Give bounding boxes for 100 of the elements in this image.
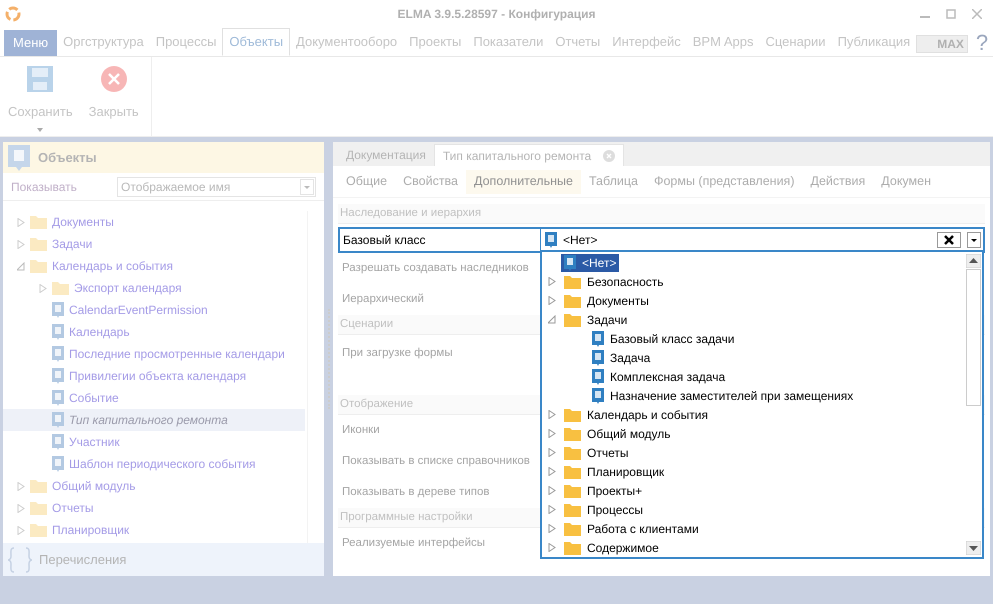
book-icon: [52, 390, 64, 406]
menu-tab[interactable]: Объекты: [222, 28, 290, 56]
menu-tab[interactable]: Отчеты: [549, 28, 606, 56]
close-button[interactable]: Закрыть: [80, 57, 147, 136]
tree-item[interactable]: <Нет>: [561, 254, 620, 272]
tree-item[interactable]: Календарь: [3, 321, 305, 343]
expand-arrow-icon[interactable]: [548, 467, 556, 476]
property-label: Реализуемые интерфейсы: [341, 536, 486, 551]
section-tab[interactable]: Дополнительные: [466, 170, 581, 194]
section-tab[interactable]: Формы (представления): [646, 170, 802, 194]
folder-icon: [30, 237, 47, 251]
menu-tab[interactable]: Процессы: [150, 28, 222, 56]
property-label: Иконки: [341, 422, 381, 438]
scroll-thumb[interactable]: [966, 269, 981, 406]
document-tab[interactable]: Тип капитального ремонта: [434, 144, 624, 166]
expand-arrow-icon[interactable]: [39, 284, 47, 292]
tree-item[interactable]: Участник: [3, 431, 305, 453]
tree-item[interactable]: Отчеты: [3, 497, 305, 519]
expand-arrow-icon[interactable]: [548, 524, 556, 533]
book-icon: [564, 254, 576, 270]
expand-arrow-icon[interactable]: [548, 277, 556, 286]
folder-icon: [564, 522, 581, 536]
property-label: Разрешать создавать наследников: [341, 260, 530, 276]
tree-item[interactable]: Безопасность: [561, 272, 667, 290]
display-name-select[interactable]: Отображаемое имя: [117, 176, 316, 196]
close-icon[interactable]: [972, 9, 982, 19]
tree-item[interactable]: Комплексная задача: [589, 368, 728, 386]
section-tab[interactable]: Общие: [338, 170, 396, 194]
save-button[interactable]: Сохранить: [0, 57, 81, 136]
max-toggle[interactable]: MAX: [916, 35, 968, 53]
tree-item[interactable]: Отчеты: [561, 444, 632, 462]
book-icon: [52, 324, 64, 340]
tree-item[interactable]: Экспорт календаря: [3, 277, 305, 299]
book-icon: [592, 388, 604, 404]
section-tab[interactable]: Докумен: [873, 170, 939, 194]
expand-arrow-icon[interactable]: [548, 543, 556, 552]
braces-icon: [7, 546, 33, 572]
folder-icon: [52, 281, 69, 295]
scroll-down-icon[interactable]: [966, 541, 981, 555]
expand-arrow-icon[interactable]: [548, 505, 556, 514]
menu-tab[interactable]: BPM Apps: [686, 28, 760, 56]
tree-item[interactable]: Документы: [3, 211, 305, 233]
expand-arrow-icon[interactable]: [17, 218, 25, 226]
expand-arrow-icon[interactable]: [17, 240, 25, 248]
section-tab[interactable]: Таблица: [580, 170, 646, 194]
tree-item[interactable]: Задача: [589, 348, 654, 366]
property-label: При загрузке формы: [341, 347, 454, 359]
expand-arrow-icon[interactable]: [17, 482, 25, 490]
tree-item[interactable]: Событие: [3, 387, 305, 409]
section-tab[interactable]: Свойства: [395, 170, 466, 194]
tree-item[interactable]: Содержимое: [561, 538, 662, 556]
property-label: Показывать в списке справочников: [341, 454, 531, 469]
tree-item[interactable]: Календарь и события: [3, 255, 305, 277]
tree-item[interactable]: Планировщик: [3, 519, 305, 541]
tree-item[interactable]: Планировщик: [561, 462, 668, 480]
expand-arrow-icon[interactable]: [548, 429, 556, 438]
document-tab[interactable]: Документация: [338, 144, 434, 166]
expand-arrow-icon[interactable]: [548, 296, 556, 305]
tree-item[interactable]: Документы: [561, 292, 652, 310]
maximize-icon[interactable]: [946, 9, 956, 19]
folder-icon: [564, 426, 581, 440]
tree-item[interactable]: Общий модуль: [3, 475, 305, 497]
expand-arrow-icon[interactable]: [548, 448, 556, 457]
panel-title: Объекты: [38, 148, 97, 167]
folder-icon: [564, 312, 581, 326]
menu-tab[interactable]: Интерфейс: [606, 28, 687, 56]
tree-item[interactable]: Общий модуль: [561, 424, 674, 442]
tree-item[interactable]: Тип капитального ремонта: [3, 409, 305, 431]
menu-tab[interactable]: Оргструктура: [57, 28, 150, 56]
enumerations-label: Перечисления: [39, 550, 126, 569]
folder-icon: [564, 294, 581, 308]
expand-arrow-icon[interactable]: [548, 410, 556, 419]
menu-tab[interactable]: Публикация: [832, 28, 916, 56]
book-icon: [52, 302, 64, 318]
window-title: ELMA 3.9.5.28597 - Конфигурация: [398, 6, 596, 23]
expand-arrow-icon[interactable]: [548, 486, 556, 495]
tree-item[interactable]: Задачи: [3, 233, 305, 255]
property-label: Иерархический: [341, 292, 425, 307]
tree-item[interactable]: CalendarEventPermission: [3, 299, 305, 321]
property-label: Показывать в дереве типов: [341, 484, 491, 500]
menu-tab[interactable]: Документооборо: [290, 28, 404, 56]
menu-button[interactable]: Меню: [4, 30, 58, 56]
scroll-up-icon[interactable]: [966, 254, 981, 268]
folder-icon: [564, 274, 581, 288]
section-tab[interactable]: Действия: [802, 170, 874, 194]
tree-item[interactable]: Последние просмотренные календари: [3, 343, 305, 365]
tree-item[interactable]: Проекты+: [561, 482, 646, 500]
collapse-arrow-icon[interactable]: [17, 262, 25, 270]
menu-tab[interactable]: Сценарии: [759, 28, 832, 56]
tree-item[interactable]: Шаблон периодического события: [3, 453, 305, 475]
book-icon: [592, 330, 604, 346]
expand-arrow-icon[interactable]: [17, 504, 25, 512]
menu-tab[interactable]: Показатели: [467, 28, 550, 56]
menu-tab[interactable]: Проекты: [403, 28, 468, 56]
collapse-arrow-icon[interactable]: [548, 315, 556, 324]
tree-item[interactable]: Привилегии объекта календаря: [3, 365, 305, 387]
enumerations-bar[interactable]: Перечисления: [3, 543, 324, 576]
expand-arrow-icon[interactable]: [17, 526, 25, 534]
scrollbar[interactable]: [965, 252, 982, 557]
help-icon[interactable]: ?: [976, 32, 988, 54]
